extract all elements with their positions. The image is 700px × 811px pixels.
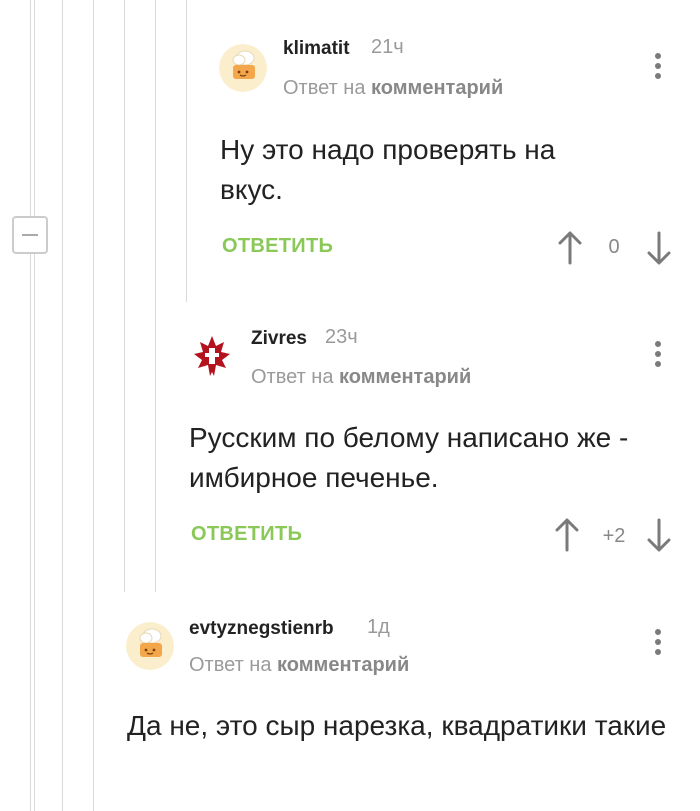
avatar[interactable] xyxy=(219,44,267,92)
reply-to-prefix: Ответ на xyxy=(283,77,366,99)
comment: Zivres 23ч Ответ на комментарий Русским … xyxy=(0,300,700,590)
rating: 0 xyxy=(608,236,620,258)
comment-text: Да не, это сыр нарезка, квадратики такие xyxy=(127,710,667,741)
reply-to: Ответ на комментарий xyxy=(189,654,409,677)
comment: evtyznegstienrb 1д Ответ на комментарий … xyxy=(0,590,700,811)
arrow-up-icon[interactable] xyxy=(555,518,579,552)
reply-to-link[interactable]: комментарий xyxy=(371,77,503,99)
username[interactable]: evtyznegstienrb xyxy=(189,618,334,640)
username[interactable]: Zivres xyxy=(251,328,307,350)
timestamp: 1д xyxy=(367,616,390,638)
comment-text: Ну это надо проверять на вкус. xyxy=(220,134,556,205)
cookie-chef-icon xyxy=(126,622,174,670)
arrow-up-icon[interactable] xyxy=(558,231,582,265)
reply-to-prefix: Ответ на xyxy=(189,654,272,676)
more-icon[interactable] xyxy=(653,629,663,659)
reply-button[interactable]: ОТВЕТИТЬ xyxy=(191,523,302,546)
horde-emblem-icon xyxy=(194,336,230,376)
more-icon[interactable] xyxy=(653,53,663,83)
rating: +2 xyxy=(602,525,626,547)
timestamp: 21ч xyxy=(371,36,404,58)
comment: klimatit 21ч Ответ на комментарий Ну это… xyxy=(0,0,700,300)
reply-to-link[interactable]: комментарий xyxy=(277,654,409,676)
arrow-down-icon[interactable] xyxy=(647,518,671,552)
reply-to-prefix: Ответ на xyxy=(251,366,334,388)
cookie-chef-icon xyxy=(219,44,267,92)
timestamp: 23ч xyxy=(325,326,358,348)
reply-button[interactable]: ОТВЕТИТЬ xyxy=(222,235,333,258)
avatar[interactable] xyxy=(126,622,174,670)
arrow-down-icon[interactable] xyxy=(647,231,671,265)
reply-to: Ответ на комментарий xyxy=(283,77,503,100)
comment-text: Русским по белому написано же - имбирное… xyxy=(189,422,629,493)
avatar[interactable] xyxy=(188,332,236,380)
more-icon[interactable] xyxy=(653,341,663,371)
username[interactable]: klimatit xyxy=(283,38,350,60)
reply-to: Ответ на комментарий xyxy=(251,366,471,389)
reply-to-link[interactable]: комментарий xyxy=(339,366,471,388)
